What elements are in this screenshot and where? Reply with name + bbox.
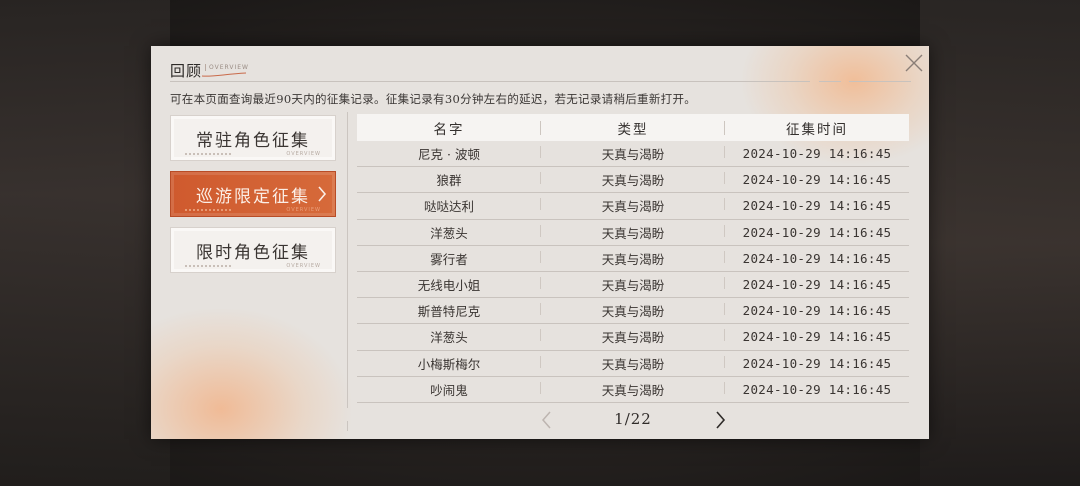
- table-row: 哒哒达利 天真与渴盼 2024-10-29 14:16:45: [357, 193, 909, 220]
- cell-time: 2024-10-29 14:16:45: [742, 329, 892, 345]
- record-table: 名字 类型 征集时间 尼克 · 波顿 天真与渴盼 2024-10-29 14:16:…: [357, 114, 909, 403]
- dotted-decoration: [185, 209, 233, 211]
- cell-type: 天真与渴盼: [541, 223, 725, 242]
- header-type: 类型: [541, 118, 725, 138]
- cell-name: 尼克 · 波顿: [357, 144, 541, 163]
- category-limited-tour-button[interactable]: 巡游限定征集 OVERVIEW: [170, 171, 336, 217]
- chevron-right-icon: [716, 411, 726, 429]
- background-right: [920, 0, 1080, 486]
- cell-name: 斯普特尼克: [357, 301, 541, 320]
- pager-divider: [347, 421, 348, 431]
- cell-time: 2024-10-29 14:16:45: [742, 146, 892, 162]
- cell-name: 无线电小姐: [357, 275, 541, 294]
- cell-name: 哒哒达利: [357, 196, 541, 215]
- cell-time: 2024-10-29 14:16:45: [742, 381, 892, 397]
- table-row: 雾行者 天真与渴盼 2024-10-29 14:16:45: [357, 246, 909, 272]
- cell-time: 2024-10-29 14:16:45: [742, 277, 892, 293]
- cell-type: 天真与渴盼: [541, 170, 725, 189]
- cell-time: 2024-10-29 14:16:45: [742, 303, 892, 319]
- table-row: 吵闹鬼 天真与渴盼 2024-10-29 14:16:45: [357, 377, 909, 403]
- cell-name: 洋葱头: [357, 327, 541, 346]
- table-row: 小梅斯梅尔 天真与渴盼 2024-10-29 14:16:45: [357, 351, 909, 377]
- category-label: 常驻角色征集: [196, 131, 310, 151]
- category-list: 常驻角色征集 OVERVIEW 巡游限定征集 OVERVIEW 限时角色征集 O…: [170, 115, 336, 283]
- cell-time: 2024-10-29 14:16:45: [742, 355, 892, 371]
- cell-name: 小梅斯梅尔: [357, 354, 541, 373]
- table-row: 无线电小姐 天真与渴盼 2024-10-29 14:16:45: [357, 272, 909, 299]
- table-row: 斯普特尼克 天真与渴盼 2024-10-29 14:16:45: [357, 298, 909, 325]
- category-deco-text: OVERVIEW: [286, 207, 321, 213]
- header-divider: [170, 81, 810, 82]
- category-label: 巡游限定征集: [196, 187, 310, 207]
- cell-name: 洋葱头: [357, 223, 541, 242]
- cell-type: 天真与渴盼: [541, 275, 725, 294]
- table-row: 尼克 · 波顿 天真与渴盼 2024-10-29 14:16:45: [357, 141, 909, 168]
- cell-name: 雾行者: [357, 249, 541, 268]
- cell-type: 天真与渴盼: [541, 249, 725, 268]
- background-left: [0, 0, 170, 486]
- header-divider-segment: [849, 81, 911, 82]
- history-panel: 回顾 OVERVIEW 可在本页面查询最近90天内的征集记录。征集记录有30分钟…: [151, 46, 929, 439]
- table-row: 洋葱头 天真与渴盼 2024-10-29 14:16:45: [357, 220, 909, 246]
- column-divider: [347, 112, 348, 408]
- page-subtitle: OVERVIEW: [205, 64, 249, 71]
- category-standard-button[interactable]: 常驻角色征集 OVERVIEW: [170, 115, 336, 161]
- table-row: 狼群 天真与渴盼 2024-10-29 14:16:45: [357, 167, 909, 194]
- dotted-decoration: [185, 153, 233, 155]
- category-deco-text: OVERVIEW: [286, 151, 321, 157]
- cell-time: 2024-10-29 14:16:45: [742, 172, 892, 188]
- notice-text: 可在本页面查询最近90天内的征集记录。征集记录有30分钟左右的延迟，若无记录请稍…: [170, 92, 697, 106]
- close-button[interactable]: [903, 52, 925, 74]
- table-header: 名字 类型 征集时间: [357, 114, 909, 141]
- cell-time: 2024-10-29 14:16:45: [742, 198, 892, 214]
- cell-type: 天真与渴盼: [541, 196, 725, 215]
- header-name: 名字: [357, 118, 541, 138]
- cell-type: 天真与渴盼: [541, 327, 725, 346]
- cell-type: 天真与渴盼: [541, 301, 725, 320]
- page-indicator: 1/22: [614, 410, 652, 428]
- header-divider-segment: [819, 81, 841, 82]
- dotted-decoration: [185, 265, 233, 267]
- category-timed-button[interactable]: 限时角色征集 OVERVIEW: [170, 227, 336, 273]
- cell-time: 2024-10-29 14:16:45: [742, 224, 892, 240]
- close-icon: [905, 54, 923, 72]
- chevron-right-icon: [318, 186, 327, 202]
- cell-name: 吵闹鬼: [357, 380, 541, 399]
- page-title: 回顾: [170, 62, 203, 80]
- cell-type: 天真与渴盼: [541, 354, 725, 373]
- panel-glow-bottom-left: [151, 309, 351, 439]
- cell-time: 2024-10-29 14:16:45: [742, 250, 892, 266]
- cell-name: 狼群: [357, 170, 541, 189]
- category-deco-text: OVERVIEW: [286, 263, 321, 269]
- next-page-button[interactable]: [713, 410, 727, 430]
- table-row: 洋葱头 天真与渴盼 2024-10-29 14:16:45: [357, 324, 909, 351]
- header-time: 征集时间: [786, 121, 848, 138]
- cell-type: 天真与渴盼: [541, 380, 725, 399]
- table-body: 尼克 · 波顿 天真与渴盼 2024-10-29 14:16:45 狼群 天真与渴盼 20…: [357, 141, 909, 403]
- brush-stroke-decoration: [201, 72, 247, 77]
- category-label: 限时角色征集: [196, 243, 310, 263]
- cell-type: 天真与渴盼: [541, 144, 725, 163]
- pagination: 1/22: [347, 409, 909, 431]
